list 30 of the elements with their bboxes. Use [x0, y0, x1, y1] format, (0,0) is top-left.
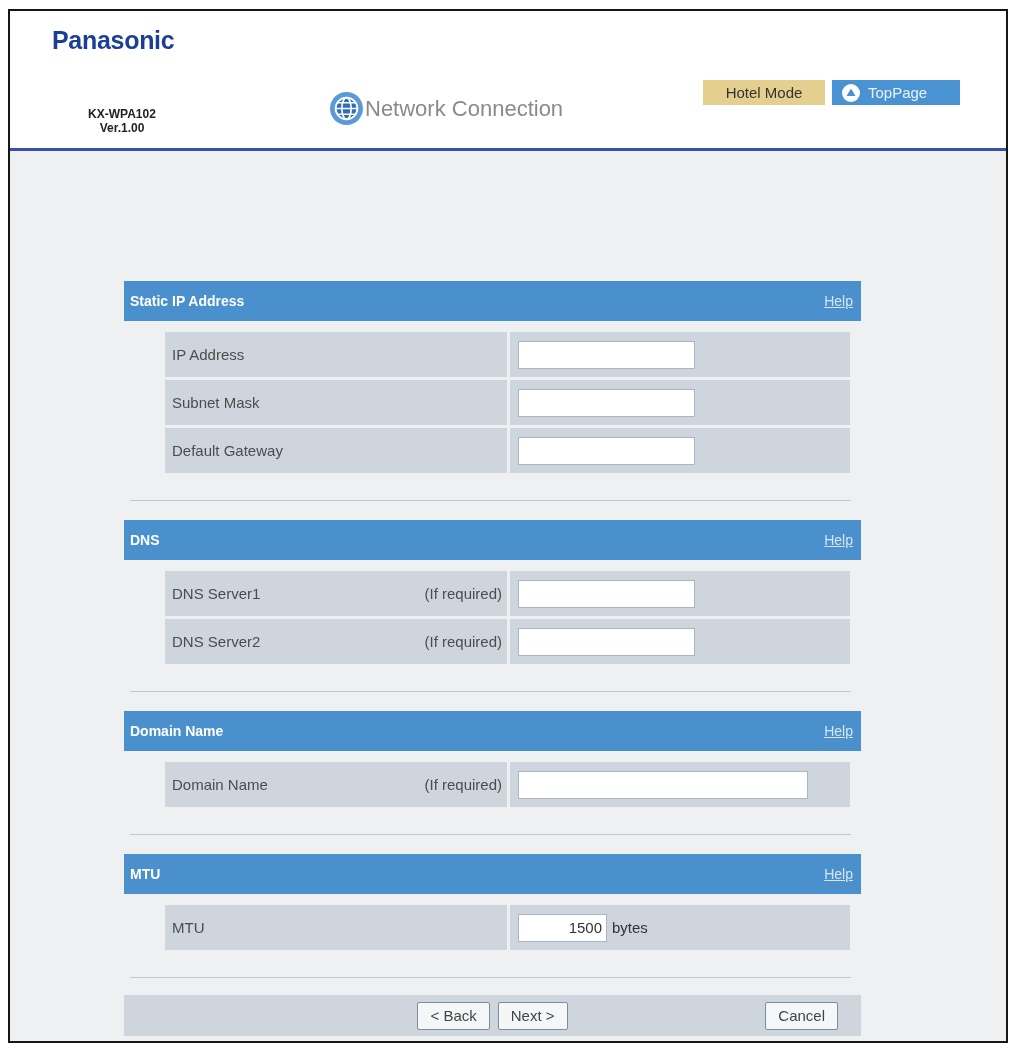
- optional-note: (If required): [424, 633, 502, 650]
- optional-note: (If required): [424, 585, 502, 602]
- field-label: DNS Server2: [172, 633, 261, 650]
- text-field[interactable]: 1500: [518, 913, 607, 942]
- text-field[interactable]: [518, 340, 695, 369]
- unit-label: bytes: [612, 919, 648, 936]
- field-label: DNS Server1: [172, 585, 261, 602]
- field-label: Domain Name: [172, 776, 268, 793]
- hotel-mode-button[interactable]: Hotel Mode: [703, 80, 825, 105]
- text-field[interactable]: [518, 770, 808, 799]
- text-field[interactable]: [518, 388, 695, 417]
- section-title: DNS: [130, 532, 160, 548]
- nav-button[interactable]: < Back: [417, 1001, 490, 1030]
- brand-logo: Panasonic: [52, 25, 175, 55]
- model-version: KX-WPA102 Ver.1.00: [88, 107, 156, 135]
- text-field[interactable]: [518, 627, 695, 656]
- nav-button[interactable]: Next >: [497, 1001, 568, 1030]
- field-label: MTU: [172, 919, 205, 936]
- section-title: Static IP Address: [130, 293, 245, 309]
- globe-icon: [330, 92, 363, 125]
- page-title: Network Connection: [365, 94, 564, 123]
- field-label: Default Gateway: [172, 442, 283, 459]
- section-title: MTU: [130, 866, 161, 882]
- field-label: IP Address: [172, 346, 245, 363]
- cancel-button[interactable]: Cancel: [765, 1001, 838, 1030]
- optional-note: (If required): [424, 776, 502, 793]
- text-field[interactable]: [518, 579, 695, 608]
- text-field[interactable]: [518, 436, 695, 465]
- section-title: Domain Name: [130, 723, 224, 739]
- field-label: Subnet Mask: [172, 394, 260, 411]
